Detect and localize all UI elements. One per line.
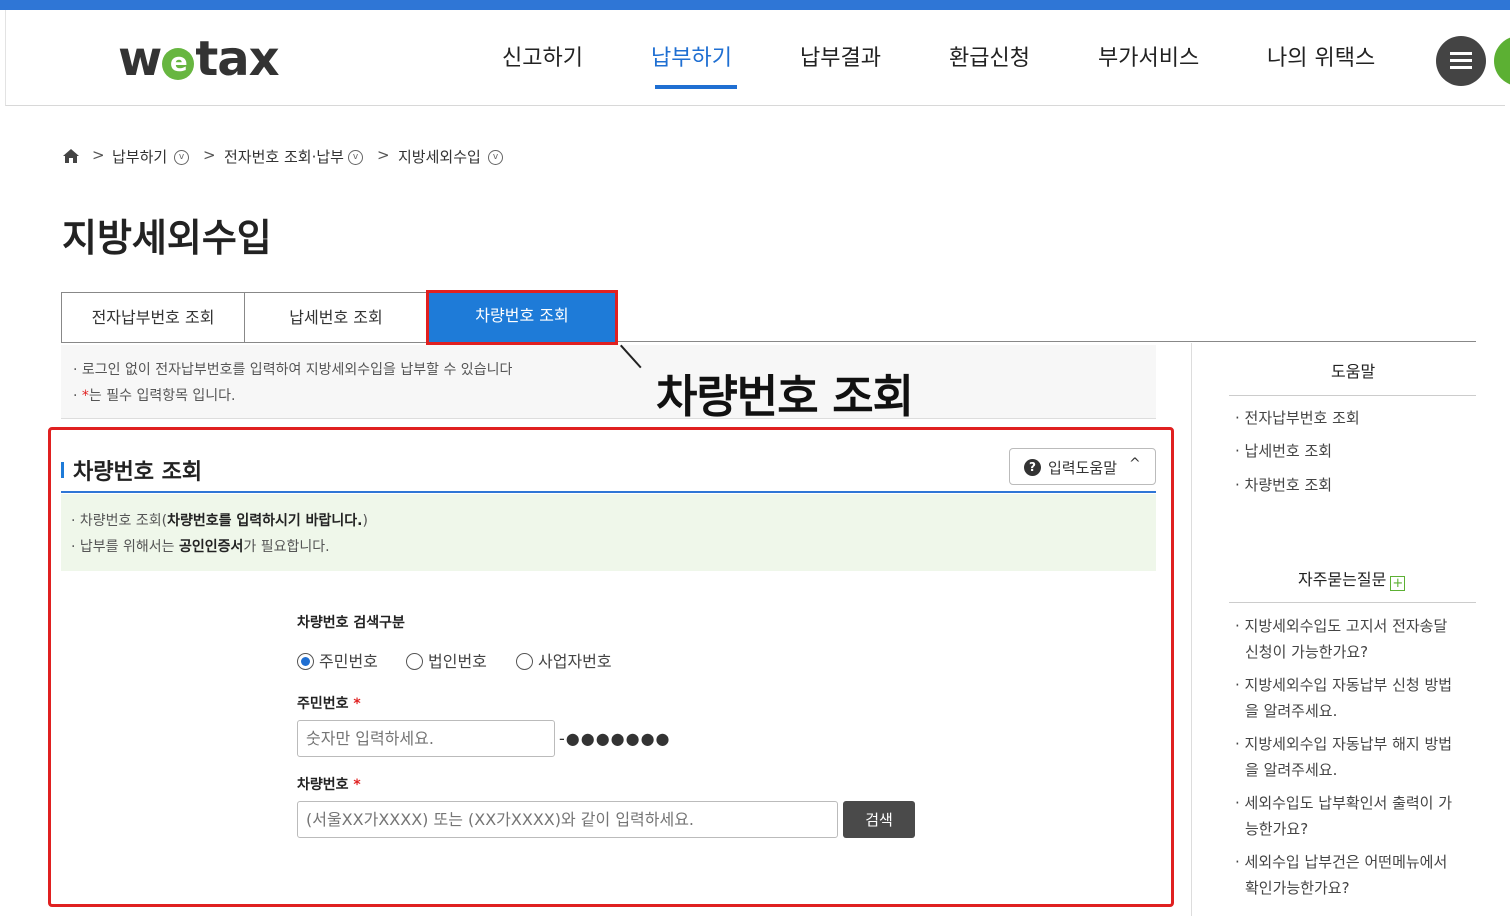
aside-help-link-e-number[interactable]: · 전자납부번호 조회 (1235, 405, 1360, 431)
chevron-up-icon: ^ (1129, 456, 1141, 472)
section-title-bar (61, 462, 64, 478)
breadcrumb-item-e-number[interactable]: 전자번호 조회·납부 (224, 146, 344, 167)
radio-business-number[interactable]: 사업자번호 (516, 648, 612, 672)
nav-item-report[interactable]: 신고하기 (502, 40, 583, 72)
faq-item[interactable]: · 세외수입도 납부확인서 출력이 가능한가요? (1235, 790, 1452, 842)
nav-item-pay-result[interactable]: 납부결과 (800, 40, 881, 72)
aside-help-link-vehicle-number[interactable]: · 차량번호 조회 (1235, 472, 1332, 498)
tab-electronic-payment-number[interactable]: 전자납부번호 조회 (61, 292, 245, 343)
breadcrumb-separator: > (92, 146, 105, 164)
home-icon[interactable] (62, 148, 80, 164)
faq-item[interactable]: · 지방세외수입도 고지서 전자송달신청이 가능한가요? (1235, 613, 1447, 665)
vehicle-number-input[interactable] (297, 801, 838, 838)
faq-line: 능한가요? (1245, 820, 1309, 838)
nav-item-extra-services[interactable]: 부가서비스 (1098, 40, 1199, 72)
resident-number-input[interactable] (297, 720, 555, 757)
search-type-label: 차량번호 검색구분 (297, 615, 405, 631)
radio-dot (516, 653, 533, 670)
tab-baseline (618, 341, 1476, 342)
user-avatar[interactable] (1494, 36, 1510, 86)
faq-item[interactable]: · 지방세외수입 자동납부 신청 방법을 알려주세요. (1235, 672, 1452, 724)
breadcrumb-item-non-tax-revenue[interactable]: 지방세외수입 (398, 146, 481, 167)
faq-line: · 지방세외수입 자동납부 신청 방법 (1235, 676, 1453, 694)
faq-line: 신청이 가능한가요? (1245, 643, 1369, 661)
callout-label: 차량번호 조회 (656, 370, 914, 423)
logo-letter-w: w (118, 31, 162, 87)
wetax-logo[interactable]: w e tax (118, 31, 280, 87)
tab-tax-number[interactable]: 납세번호 조회 (244, 292, 428, 343)
resident-label-text: 주민번호 (297, 696, 349, 712)
breadcrumb-separator: > (377, 146, 390, 164)
active-nav-underline (655, 85, 737, 89)
input-help-button[interactable]: ? 입력도움말 ^ (1009, 448, 1156, 485)
radio-dot (406, 653, 423, 670)
notice-line-1: · 로그인 없이 전자납부번호를 입력하여 지방세외수입을 납부할 수 있습니다 (73, 362, 513, 378)
faq-line: 을 알려주세요. (1245, 702, 1338, 720)
aside-help-title: 도움말 (1331, 362, 1376, 381)
radio-label: 법인번호 (428, 652, 487, 671)
required-star: * (81, 388, 89, 404)
question-icon: ? (1024, 459, 1041, 476)
aside-help-link-tax-number[interactable]: · 납세번호 조회 (1235, 438, 1332, 464)
section-header: 차량번호 조회 ? 입력도움말 ^ (61, 446, 1156, 493)
chevron-down-icon[interactable]: v (488, 150, 503, 165)
info-1-suffix: ) (362, 513, 368, 529)
info-2-bold: 공인인증서 (178, 539, 244, 555)
required-star: * (353, 696, 361, 712)
radio-resident-number[interactable]: 주민번호 (297, 648, 378, 672)
site-header: w e tax 신고하기 납부하기 납부결과 환급신청 부가서비스 나의 위택스 (5, 10, 1510, 106)
logo-letter-e: e (162, 48, 195, 80)
top-accent-bar (0, 0, 1510, 10)
aside-rule (1229, 395, 1476, 396)
vehicle-number-label: 차량번호 * (297, 774, 361, 794)
faq-title-text: 자주묻는질문 (1298, 570, 1387, 589)
hamburger-menu-icon[interactable] (1436, 36, 1486, 86)
section-title: 차량번호 조회 (73, 460, 203, 485)
radio-corporate-number[interactable]: 법인번호 (406, 648, 487, 672)
info-line-1: · 차량번호 조회(차량번호를 입력하시기 바랍니다.) (71, 510, 368, 530)
radio-label: 사업자번호 (538, 652, 612, 671)
resident-number-label: 주민번호 * (297, 693, 361, 713)
faq-line: 확인가능한가요? (1245, 879, 1350, 897)
chevron-down-icon[interactable]: v (174, 150, 189, 165)
aside-divider (1191, 343, 1192, 916)
page-title: 지방세외수입 (62, 216, 272, 260)
nav-item-refund[interactable]: 환급신청 (949, 40, 1030, 72)
info-1-prefix: · 차량번호 조회( (71, 513, 168, 529)
faq-line: · 지방세외수입도 고지서 전자송달 (1235, 617, 1448, 635)
vehicle-label-text: 차량번호 (297, 777, 349, 793)
plus-icon[interactable]: + (1390, 576, 1406, 591)
faq-line: · 세외수입 납부건은 어떤메뉴에서 (1235, 853, 1448, 871)
faq-line: · 세외수입도 납부확인서 출력이 가 (1235, 794, 1453, 812)
aside-faq-title[interactable]: 자주묻는질문 + (1298, 566, 1406, 591)
notice-bullet: · (73, 388, 82, 404)
notice-line-2: · *는 필수 입력항목 입니다. (73, 385, 236, 405)
tab-vehicle-number[interactable]: 차량번호 조회 (426, 290, 618, 345)
notice-required-text: 는 필수 입력항목 입니다. (88, 388, 236, 404)
notice-bar: · 로그인 없이 전자납부번호를 입력하여 지방세외수입을 납부할 수 있습니다… (61, 345, 1156, 419)
search-button[interactable]: 검색 (843, 801, 915, 838)
faq-line: · 지방세외수입 자동납부 해지 방법 (1235, 735, 1453, 753)
faq-line: 을 알려주세요. (1245, 761, 1338, 779)
info-2-prefix: · 납부를 위해서는 (71, 539, 179, 555)
breadcrumb-separator: > (203, 146, 216, 164)
nav-item-my-wetax[interactable]: 나의 위택스 (1267, 40, 1375, 72)
info-line-2: · 납부를 위해서는 공인인증서가 필요합니다. (71, 536, 330, 556)
required-star: * (353, 777, 361, 793)
chevron-down-icon[interactable]: v (348, 150, 363, 165)
nav-item-pay[interactable]: 납부하기 (651, 40, 732, 72)
info-1-bold: 차량번호를 입력하시기 바랍니다. (167, 513, 363, 529)
faq-item[interactable]: · 세외수입 납부건은 어떤메뉴에서확인가능한가요? (1235, 849, 1447, 901)
breadcrumb-item-pay[interactable]: 납부하기 (112, 146, 167, 167)
resident-number-masked: -●●●●●●● (559, 729, 671, 748)
logo-letters-tax: tax (195, 31, 279, 87)
radio-dot-selected (297, 653, 314, 670)
faq-item[interactable]: · 지방세외수입 자동납부 해지 방법을 알려주세요. (1235, 731, 1452, 783)
info-2-suffix: 가 필요합니다. (243, 539, 330, 555)
aside-rule (1229, 602, 1476, 603)
radio-label: 주민번호 (319, 652, 378, 671)
info-box: · 차량번호 조회(차량번호를 입력하시기 바랍니다.) · 납부를 위해서는 … (61, 494, 1156, 571)
input-help-label: 입력도움말 (1048, 459, 1118, 477)
